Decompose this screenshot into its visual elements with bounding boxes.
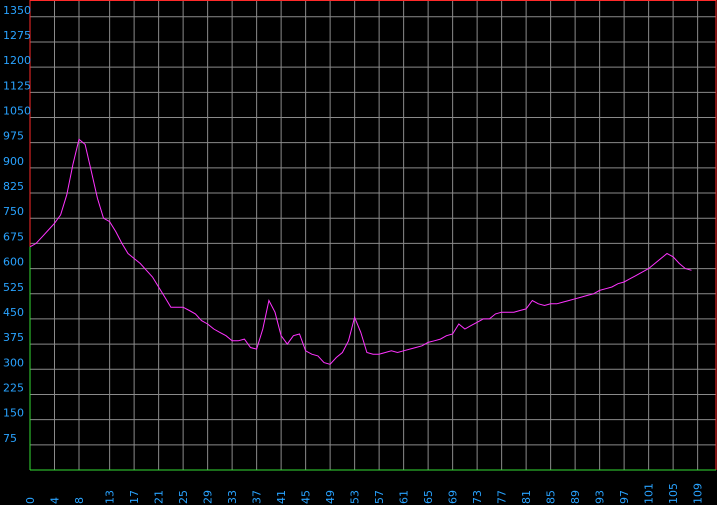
x-tick-label: 0 [24,497,37,504]
x-tick-label: 37 [251,490,264,504]
x-tick-label: 8 [73,497,86,504]
x-tick-label: 93 [594,490,607,504]
y-tick-label: 1350 [3,4,31,17]
x-tick-label: 45 [300,490,313,504]
x-tick-label: 89 [569,490,582,504]
y-tick-label: 1050 [3,105,31,118]
x-tick-label: 21 [153,490,166,504]
y-tick-label: 300 [3,356,24,369]
x-tick-label: 13 [104,490,117,504]
y-tick-label: 900 [3,155,24,168]
x-tick-label: 4 [49,497,62,504]
x-tick-label: 17 [128,490,141,504]
plot-background [0,0,717,505]
x-tick-label: 49 [324,490,337,504]
x-tick-label: 69 [447,490,460,504]
y-tick-label: 150 [3,407,24,420]
x-tick-label: 65 [422,490,435,504]
x-tick-label: 85 [545,490,558,504]
y-tick-label: 375 [3,331,24,344]
x-tick-label: 25 [177,490,190,504]
y-tick-label: 1200 [3,54,31,67]
y-tick-label: 675 [3,230,24,243]
x-tick-label: 109 [692,483,705,504]
x-tick-label: 57 [373,490,386,504]
y-tick-label: 600 [3,256,24,269]
y-tick-label: 525 [3,281,24,294]
x-tick-label: 29 [202,490,215,504]
y-tick-label: 225 [3,381,24,394]
x-tick-label: 53 [349,490,362,504]
y-tick-label: 975 [3,130,24,143]
x-tick-label: 73 [471,490,484,504]
x-tick-label: 41 [275,490,288,504]
x-tick-label: 61 [398,490,411,504]
x-tick-label: 81 [520,490,533,504]
y-tick-label: 1125 [3,79,31,92]
y-tick-label: 75 [3,432,17,445]
y-tick-label: 825 [3,180,24,193]
y-tick-label: 450 [3,306,24,319]
x-tick-label: 33 [226,490,239,504]
y-tick-label: 750 [3,205,24,218]
x-tick-label: 101 [643,483,656,504]
y-tick-label: 1275 [3,29,31,42]
x-tick-label: 77 [496,490,509,504]
line-chart: 7515022530037545052560067575082590097510… [0,0,717,505]
x-tick-label: 97 [618,490,631,504]
x-tick-label: 105 [667,483,680,504]
